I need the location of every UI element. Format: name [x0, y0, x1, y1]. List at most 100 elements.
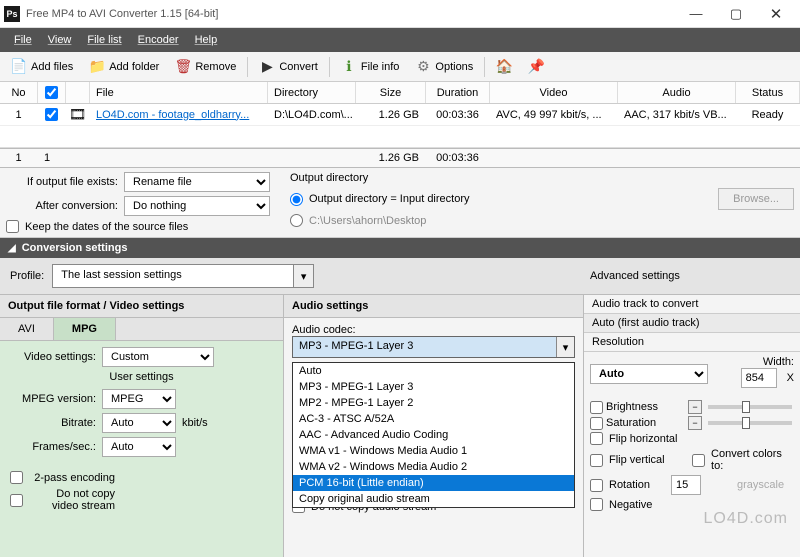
keep-dates-checkbox[interactable] — [6, 220, 19, 233]
convert-icon: ▶ — [259, 59, 275, 75]
twopass-checkbox[interactable] — [10, 471, 23, 484]
menu-filelist[interactable]: File list — [79, 28, 129, 52]
conversion-settings-header[interactable]: ◢ Conversion settings — [0, 238, 800, 258]
menu-encoder[interactable]: Encoder — [130, 28, 187, 52]
menu-view[interactable]: View — [40, 28, 80, 52]
codec-option[interactable]: AC-3 - ATSC A/52A — [293, 411, 574, 427]
fps-label: Frames/sec.: — [10, 441, 96, 453]
outdir-eq-label: Output directory = Input directory — [309, 193, 470, 205]
col-video[interactable]: Video — [490, 82, 618, 103]
remove-icon: 🗑 — [175, 59, 191, 75]
add-folder-icon: 📁 — [89, 59, 105, 75]
cell-size: 1.26 GB — [356, 104, 426, 125]
codec-option[interactable]: WMA v1 - Windows Media Audio 1 — [293, 443, 574, 459]
negative-checkbox[interactable] — [590, 498, 603, 511]
audio-track-value[interactable]: Auto (first audio track) — [584, 314, 800, 333]
menu-help[interactable]: Help — [187, 28, 226, 52]
file-link[interactable]: LO4D.com - footage_oldharry... — [96, 109, 249, 121]
profile-select[interactable]: The last session settings ▾ — [52, 264, 314, 288]
total-size: 1.26 GB — [356, 149, 426, 167]
mpeg-version-select[interactable]: MPEG-1 — [102, 389, 176, 409]
col-status[interactable]: Status — [736, 82, 800, 103]
codec-option[interactable]: Copy original audio stream — [293, 491, 574, 507]
codec-option[interactable]: MP3 - MPEG-1 Layer 3 — [293, 379, 574, 395]
audio-codec-select[interactable]: MP3 - MPEG-1 Layer 3 ▾ — [292, 336, 575, 358]
saturation-slider[interactable] — [708, 421, 792, 425]
select-all-checkbox[interactable] — [45, 86, 58, 99]
width-input[interactable] — [741, 368, 777, 388]
brightness-slider[interactable] — [708, 405, 792, 409]
add-files-button[interactable]: 📄Add files — [4, 55, 80, 79]
advanced-settings-panel: Audio track to convert Auto (first audio… — [584, 295, 800, 557]
video-settings-label: Video settings: — [10, 351, 96, 363]
cell-audio: AAC, 317 kbit/s VB... — [618, 104, 736, 125]
rotation-input[interactable] — [671, 475, 701, 495]
fps-select[interactable]: Auto — [102, 437, 176, 457]
brightness-checkbox[interactable] — [590, 401, 603, 414]
pin-button[interactable]: 📌 — [521, 55, 551, 79]
col-no[interactable]: No — [0, 82, 38, 103]
col-check[interactable] — [38, 82, 66, 103]
minimize-button[interactable]: — — [676, 1, 716, 27]
file-info-icon: ℹ — [341, 59, 357, 75]
close-button[interactable]: ✕ — [756, 1, 796, 27]
col-icon[interactable] — [66, 82, 90, 103]
bitrate-unit: kbit/s — [182, 417, 208, 429]
convert-button[interactable]: ▶Convert — [252, 55, 325, 79]
flipv-checkbox[interactable] — [590, 454, 603, 467]
grid-blank-row — [0, 126, 800, 148]
minus-button[interactable]: − — [688, 400, 702, 414]
video-settings-select[interactable]: Custom — [102, 347, 214, 367]
chevron-down-icon: ▾ — [556, 337, 574, 357]
col-file[interactable]: File — [90, 82, 268, 103]
resolution-select[interactable]: Auto — [590, 364, 708, 384]
titlebar: Ps Free MP4 to AVI Converter 1.15 [64-bi… — [0, 0, 800, 28]
col-duration[interactable]: Duration — [426, 82, 490, 103]
toolbar-separator — [484, 57, 485, 77]
cell-icon: 🎞 — [66, 104, 90, 125]
grid-totals: 1 1 1.26 GB 00:03:36 — [0, 148, 800, 168]
file-info-button[interactable]: ℹFile info — [334, 55, 407, 79]
codec-option[interactable]: MP2 - MPEG-1 Layer 2 — [293, 395, 574, 411]
minus-button[interactable]: − — [688, 416, 702, 430]
rotation-checkbox[interactable] — [590, 479, 603, 492]
outdir-eq-radio[interactable] — [290, 193, 303, 206]
video-settings-panel: Output file format / Video settings AVI … — [0, 295, 284, 557]
output-directory-label: Output directory — [290, 172, 794, 184]
row-checkbox[interactable] — [45, 108, 58, 121]
nocopy-video-checkbox[interactable] — [10, 494, 23, 507]
collapse-icon: ◢ — [8, 243, 16, 254]
keep-dates-label: Keep the dates of the source files — [25, 221, 188, 233]
col-size[interactable]: Size — [356, 82, 426, 103]
outdir-path-radio[interactable] — [290, 214, 303, 227]
cell-directory: D:\LO4D.com\... — [268, 104, 356, 125]
add-folder-button[interactable]: 📁Add folder — [82, 55, 166, 79]
fliph-checkbox[interactable] — [590, 432, 603, 445]
remove-button[interactable]: 🗑Remove — [168, 55, 243, 79]
bottom-panels: Output file format / Video settings AVI … — [0, 295, 800, 557]
tab-avi[interactable]: AVI — [0, 318, 54, 340]
col-directory[interactable]: Directory — [268, 82, 356, 103]
convert-colors-checkbox[interactable] — [692, 454, 705, 467]
profile-label: Profile: — [10, 270, 44, 282]
menu-file[interactable]: File — [6, 28, 40, 52]
browse-button[interactable]: Browse... — [718, 188, 794, 210]
codec-option[interactable]: Auto — [293, 363, 574, 379]
codec-option[interactable]: WMA v2 - Windows Media Audio 2 — [293, 459, 574, 475]
maximize-button[interactable]: ▢ — [716, 1, 756, 27]
if-exists-select[interactable]: Rename file — [124, 172, 270, 192]
cell-status: Ready — [736, 104, 800, 125]
options-button[interactable]: ⚙Options — [408, 55, 480, 79]
codec-option[interactable]: PCM 16-bit (Little endian) — [293, 475, 574, 491]
audio-settings-panel: Audio settings Audio codec: MP3 - MPEG-1… — [284, 295, 584, 557]
saturation-checkbox[interactable] — [590, 417, 603, 430]
chevron-down-icon: ▾ — [293, 265, 313, 287]
tab-mpg[interactable]: MPG — [54, 318, 116, 340]
codec-option[interactable]: AAC - Advanced Audio Coding — [293, 427, 574, 443]
bitrate-select[interactable]: Auto — [102, 413, 176, 433]
home-button[interactable]: 🏠 — [489, 55, 519, 79]
file-row[interactable]: 1 🎞 LO4D.com - footage_oldharry... D:\LO… — [0, 104, 800, 126]
toolbar: 📄Add files 📁Add folder 🗑Remove ▶Convert … — [0, 52, 800, 82]
after-conversion-select[interactable]: Do nothing — [124, 196, 270, 216]
col-audio[interactable]: Audio — [618, 82, 736, 103]
